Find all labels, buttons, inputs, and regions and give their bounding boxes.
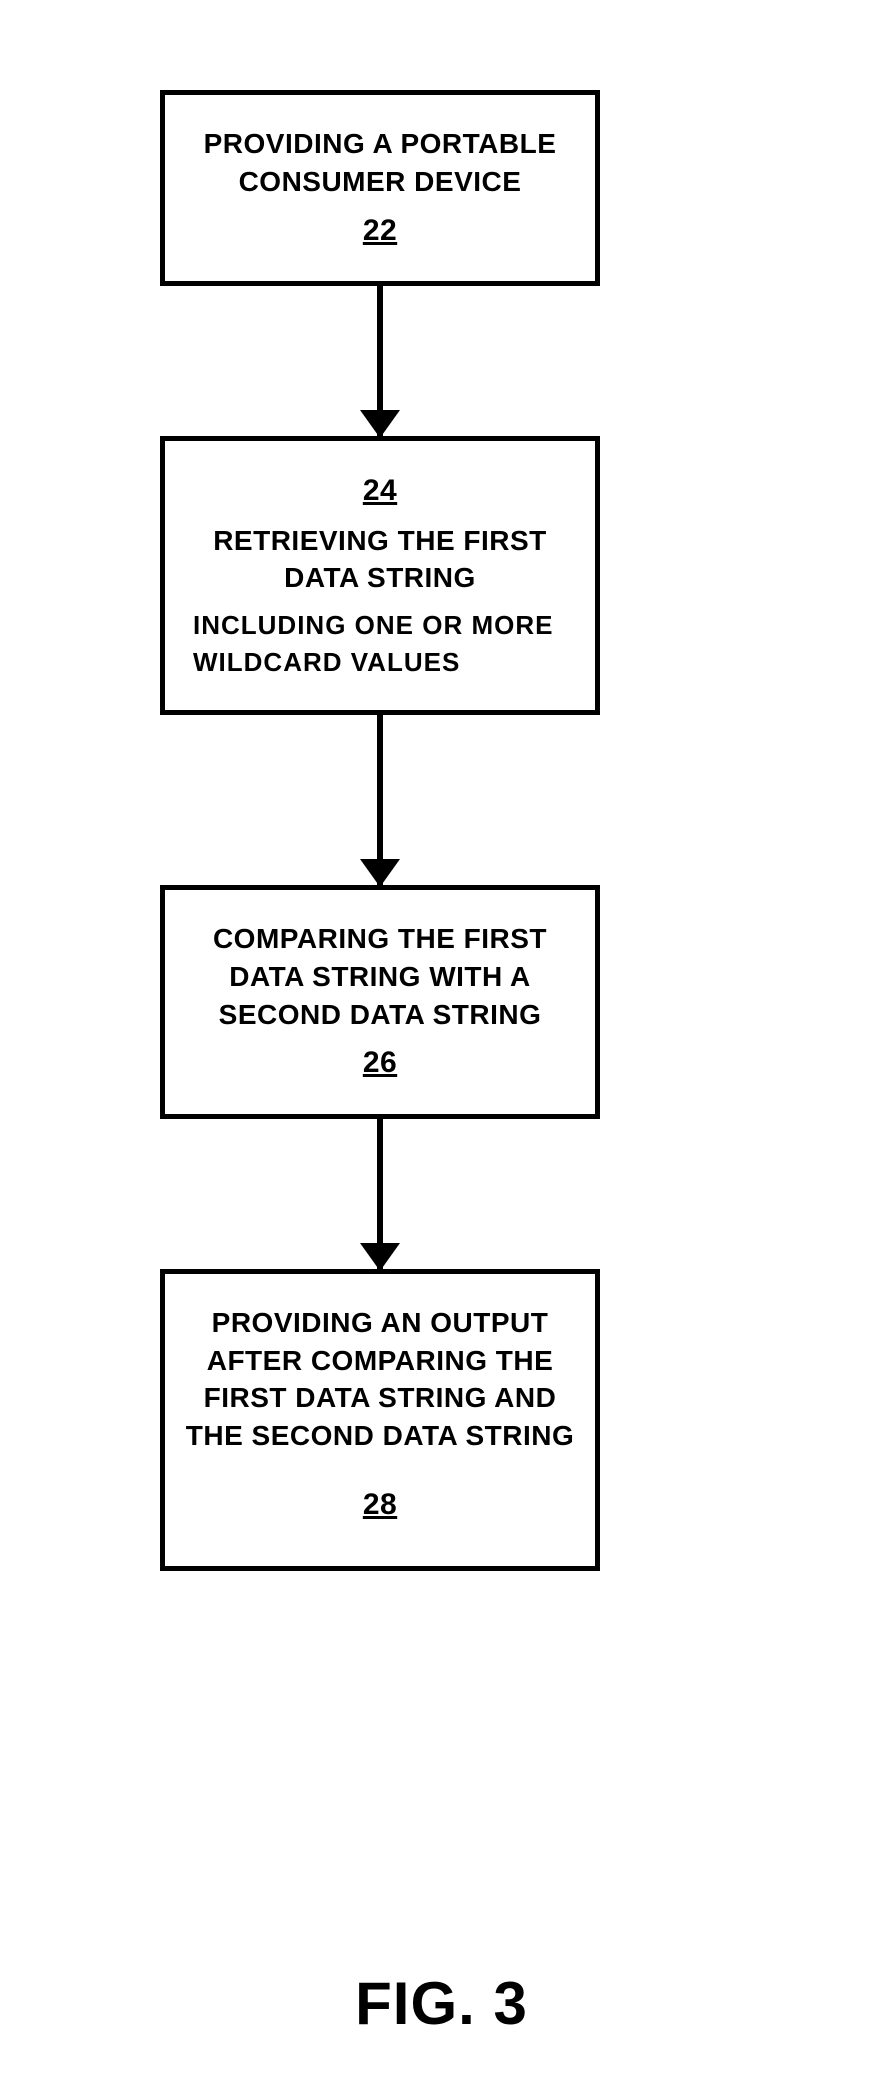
step-text: RETRIEVING THE FIRST DATA STRING [213, 525, 547, 594]
step-ref: 28 [183, 1485, 577, 1526]
step-box-26: COMPARING THE FIRST DATA STRING WITH A S… [160, 885, 600, 1119]
step-box-22: PROVIDING A PORTABLE CONSUMER DEVICE 22 [160, 90, 600, 286]
flowchart: PROVIDING A PORTABLE CONSUMER DEVICE 22 … [160, 90, 600, 1571]
step-ref: 22 [183, 211, 577, 252]
step-text: COMPARING THE FIRST DATA STRING WITH A S… [213, 923, 547, 1030]
arrow-3 [377, 1119, 383, 1269]
step-ref: 26 [183, 1043, 577, 1084]
step-text: PROVIDING AN OUTPUT AFTER COMPARING THE … [186, 1307, 574, 1451]
arrow-1 [377, 286, 383, 436]
arrow-2 [377, 715, 383, 885]
figure-label: FIG. 3 [0, 1969, 883, 2038]
step-box-28: PROVIDING AN OUTPUT AFTER COMPARING THE … [160, 1269, 600, 1571]
step-box-24: 24 RETRIEVING THE FIRST DATA STRING INCL… [160, 436, 600, 715]
step-text: PROVIDING A PORTABLE CONSUMER DEVICE [204, 128, 557, 197]
step-ref: 24 [183, 471, 577, 512]
handwritten-annotation: INCLUDING ONE OR MORE WILDCARD VALUES [183, 607, 577, 680]
